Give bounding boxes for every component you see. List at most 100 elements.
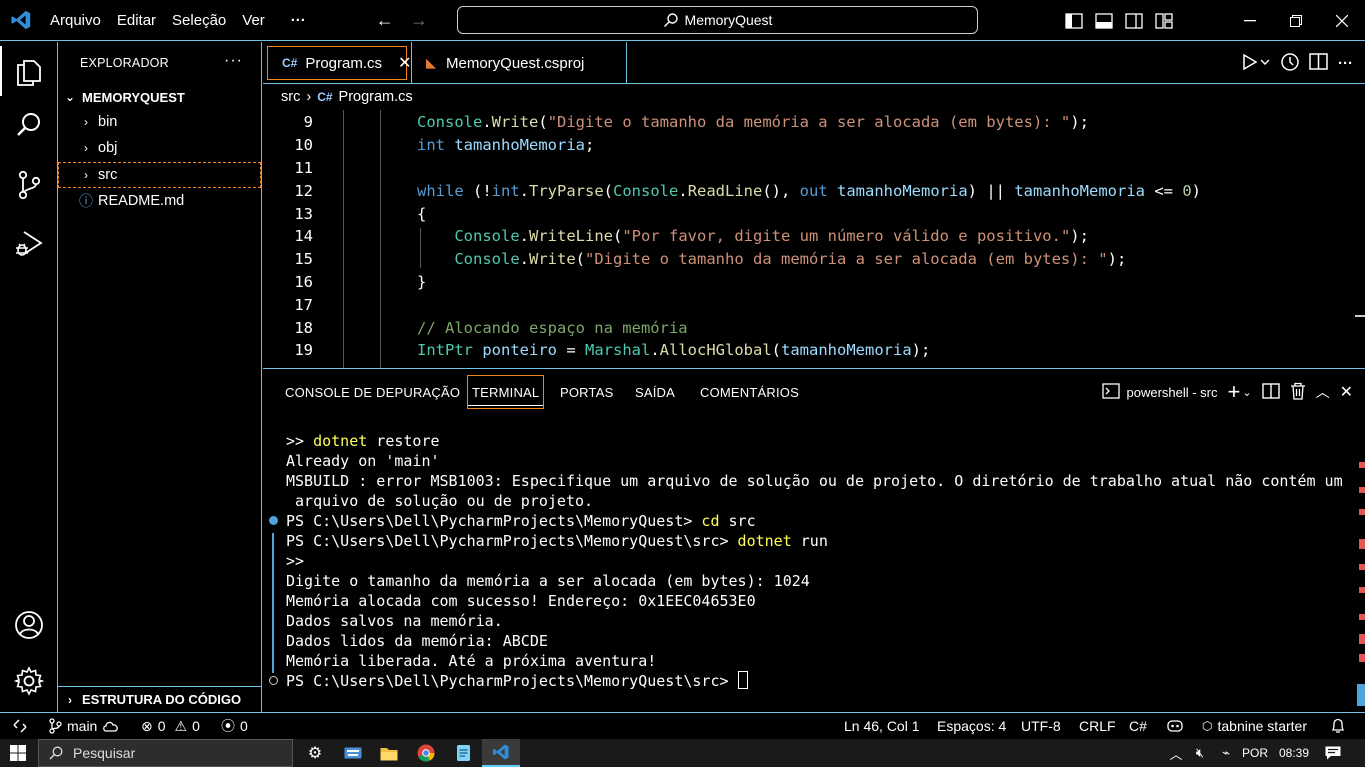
chevron-right-icon: › xyxy=(84,115,88,129)
activity-bar xyxy=(0,42,58,712)
outline-section[interactable]: › ESTRUTURA DO CÓDIGO xyxy=(58,686,261,712)
settings-gear-icon[interactable]: ⚙ xyxy=(302,739,328,767)
toggle-panel-icon[interactable] xyxy=(1089,0,1119,41)
timeline-icon[interactable] xyxy=(1278,52,1300,75)
clock[interactable]: 08:39 xyxy=(1277,739,1311,767)
minimize-icon[interactable] xyxy=(1227,0,1273,41)
copilot-icon[interactable] xyxy=(1167,713,1183,739)
back-arrow-icon[interactable]: ← xyxy=(368,10,402,31)
toggle-secondary-sidebar-icon[interactable] xyxy=(1119,0,1149,41)
split-terminal-icon[interactable] xyxy=(1261,382,1280,402)
indentation[interactable]: Espaços: 4 xyxy=(937,713,1006,739)
breadcrumb-file[interactable]: Program.cs xyxy=(339,89,413,105)
menu-arquivo[interactable]: Arquivo xyxy=(42,0,109,41)
notifications-bell-icon[interactable] xyxy=(1331,713,1345,739)
network-icon[interactable]: ⌁ xyxy=(1216,739,1236,767)
keyboard-app-icon[interactable] xyxy=(340,739,366,767)
terminal-line: >> xyxy=(286,552,305,570)
editor-tabs: C# Program.cs ✕ ◣ MemoryQuest.csproj ··· xyxy=(263,42,1365,84)
settings-gear-icon[interactable] xyxy=(0,656,58,706)
customize-layout-icon[interactable] xyxy=(1149,0,1179,41)
command-decoration-bar xyxy=(272,533,274,673)
vscode-logo-icon[interactable] xyxy=(0,0,42,41)
vscode-taskbar-icon[interactable] xyxy=(482,739,520,767)
line-number: 19 xyxy=(294,341,313,359)
taskbar-search[interactable]: Pesquisar xyxy=(38,739,293,767)
cursor-position[interactable]: Ln 46, Col 1 xyxy=(844,713,920,739)
branch-indicator[interactable]: main xyxy=(48,713,120,739)
close-panel-icon[interactable]: ✕ xyxy=(1340,382,1353,402)
search-icon xyxy=(663,13,678,27)
tab-memoryquest-csproj[interactable]: ◣ MemoryQuest.csproj xyxy=(411,42,627,84)
file-explorer-icon[interactable] xyxy=(376,739,402,767)
problems-indicator[interactable]: ⊗ 0 ⚠ 0 xyxy=(141,713,200,739)
volume-muted-icon[interactable]: 🔇︎ xyxy=(1190,739,1210,767)
new-terminal-icon[interactable]: + xyxy=(1228,381,1241,403)
explorer-sidebar: EXPLORADOR ··· ⌄ MEMORYQUEST › bin › obj… xyxy=(58,42,262,712)
encoding[interactable]: UTF-8 xyxy=(1021,713,1061,739)
terminal-scrollbar[interactable] xyxy=(1355,429,1365,709)
menu-editar[interactable]: Editar xyxy=(109,0,164,41)
folder-bin[interactable]: › bin xyxy=(58,109,261,135)
run-debug-icon[interactable] xyxy=(0,218,58,268)
code-line: int tamanhoMemoria; xyxy=(417,136,595,154)
chevron-right-icon: › xyxy=(84,141,88,155)
tab-ports[interactable]: PORTAS xyxy=(556,375,617,409)
tabnine-icon: ⬡ xyxy=(1202,719,1213,733)
toggle-primary-sidebar-icon[interactable] xyxy=(1059,0,1089,41)
bottom-panel: CONSOLE DE DEPURAÇÃO TERMINAL PORTAS SAÍ… xyxy=(263,368,1365,712)
show-hidden-icons-chevron-icon[interactable]: ︿ xyxy=(1168,739,1184,767)
editor-scrollbar[interactable] xyxy=(1355,315,1365,317)
line-ending[interactable]: CRLF xyxy=(1079,713,1116,739)
project-root[interactable]: ⌄ MEMORYQUEST xyxy=(58,84,261,110)
folder-src[interactable]: › src xyxy=(58,162,261,188)
explorer-more-button[interactable]: ··· xyxy=(224,52,243,70)
chrome-icon[interactable] xyxy=(413,739,439,767)
restore-icon[interactable] xyxy=(1273,0,1319,41)
broadcast-icon: ⦿ xyxy=(221,718,235,734)
input-language[interactable]: POR xyxy=(1240,739,1270,767)
file-readme[interactable]: ⓘ README.md xyxy=(58,188,261,214)
run-icon[interactable] xyxy=(1240,52,1270,75)
explorer-icon[interactable] xyxy=(0,46,58,96)
tab-program-cs[interactable]: C# Program.cs ✕ xyxy=(267,46,411,80)
notification-center-icon[interactable] xyxy=(1322,739,1344,767)
close-window-icon[interactable] xyxy=(1319,0,1365,41)
windows-start-icon[interactable] xyxy=(0,739,36,767)
command-center-search[interactable]: MemoryQuest xyxy=(457,6,978,34)
account-icon[interactable] xyxy=(0,600,58,650)
code-editor[interactable]: 9 Console.Write("Digite o tamanho da memó… xyxy=(263,110,1365,368)
source-control-icon[interactable] xyxy=(0,160,58,210)
maximize-panel-icon[interactable]: ︿ xyxy=(1316,382,1330,402)
more-actions-icon[interactable]: ··· xyxy=(1338,55,1353,72)
search-icon[interactable] xyxy=(0,100,58,150)
chevron-down-icon[interactable]: ⌄ xyxy=(1242,386,1251,399)
tabnine-status[interactable]: ⬡ tabnine starter xyxy=(1202,713,1307,739)
outline-label: ESTRUTURA DO CÓDIGO xyxy=(82,692,242,707)
notepad-icon[interactable] xyxy=(450,739,476,767)
menu-selecao[interactable]: Seleção xyxy=(164,0,234,41)
menu-more-button[interactable]: ··· xyxy=(273,0,314,41)
rss-file-icon: ◣ xyxy=(426,55,436,70)
breadcrumb-folder[interactable]: src xyxy=(281,89,300,105)
split-editor-icon[interactable] xyxy=(1308,52,1330,75)
forward-arrow-icon[interactable]: → xyxy=(402,10,436,31)
terminal-line: PS C:\Users\Dell\PycharmProjects\MemoryQ… xyxy=(286,512,756,530)
ports-indicator[interactable]: ⦿ 0 xyxy=(221,713,248,739)
tab-terminal[interactable]: TERMINAL xyxy=(467,375,545,409)
tab-output[interactable]: SAÍDA xyxy=(631,375,679,409)
trash-icon[interactable] xyxy=(1290,382,1306,403)
line-number: 18 xyxy=(294,319,313,337)
remote-icon[interactable] xyxy=(12,713,28,739)
terminal-cursor xyxy=(737,671,748,689)
folder-obj[interactable]: › obj xyxy=(58,135,261,161)
menu-ver[interactable]: Ver xyxy=(234,0,273,41)
branch-name: main xyxy=(67,718,98,734)
close-icon[interactable]: ✕ xyxy=(398,53,411,73)
terminal-name[interactable]: powershell - src xyxy=(1126,385,1217,400)
terminal-prompt[interactable]: PS C:\Users\Dell\PycharmProjects\MemoryQ… xyxy=(286,671,748,691)
language-mode[interactable]: C# xyxy=(1129,713,1147,739)
code-line: } xyxy=(417,273,427,291)
tab-debug-console[interactable]: CONSOLE DE DEPURAÇÃO xyxy=(281,375,464,409)
tab-comments[interactable]: COMENTÁRIOS xyxy=(696,375,803,409)
